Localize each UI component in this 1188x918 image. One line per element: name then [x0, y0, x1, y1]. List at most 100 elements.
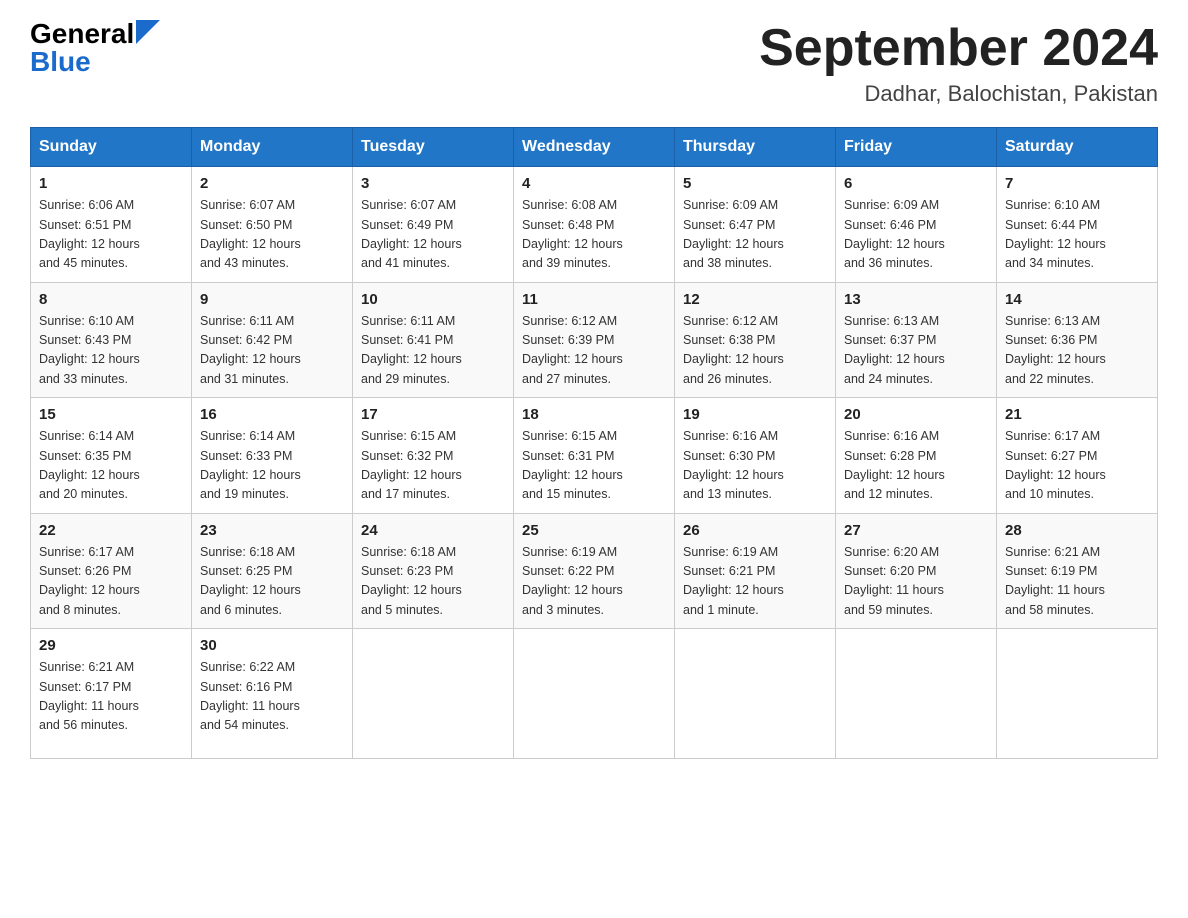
- day-number: 28: [1005, 522, 1149, 539]
- day-info: Sunrise: 6:21 AMSunset: 6:17 PMDaylight:…: [39, 658, 183, 736]
- calendar-cell: 24 Sunrise: 6:18 AMSunset: 6:23 PMDayligh…: [353, 513, 514, 629]
- day-number: 22: [39, 522, 183, 539]
- day-info: Sunrise: 6:08 AMSunset: 6:48 PMDaylight:…: [522, 196, 666, 274]
- day-info: Sunrise: 6:15 AMSunset: 6:31 PMDaylight:…: [522, 427, 666, 505]
- day-number: 17: [361, 406, 505, 423]
- day-info: Sunrise: 6:09 AMSunset: 6:46 PMDaylight:…: [844, 196, 988, 274]
- calendar-cell: 12Sunrise: 6:12 AMSunset: 6:38 PMDayligh…: [675, 282, 836, 398]
- calendar-cell: 29Sunrise: 6:21 AMSunset: 6:17 PMDayligh…: [31, 629, 192, 759]
- logo-general-text: General: [30, 20, 160, 48]
- day-number: 15: [39, 406, 183, 423]
- day-info: Sunrise: 6:07 AMSunset: 6:49 PMDaylight:…: [361, 196, 505, 274]
- day-number: 11: [522, 291, 666, 308]
- calendar-cell: 20 Sunrise: 6:16 AMSunset: 6:28 PMDayligh…: [836, 398, 997, 514]
- calendar-cell: 21 Sunrise: 6:17 AMSunset: 6:27 PMDayligh…: [997, 398, 1158, 514]
- day-info: Sunrise: 6:10 AMSunset: 6:43 PMDaylight:…: [39, 312, 183, 390]
- day-number: 23: [200, 522, 344, 539]
- calendar-cell: 16 Sunrise: 6:14 AMSunset: 6:33 PMDayligh…: [192, 398, 353, 514]
- calendar-cell: 19Sunrise: 6:16 AMSunset: 6:30 PMDayligh…: [675, 398, 836, 514]
- day-info: Sunrise: 6:12 AMSunset: 6:39 PMDaylight:…: [522, 312, 666, 390]
- day-info: Sunrise: 6:07 AMSunset: 6:50 PMDaylight:…: [200, 196, 344, 274]
- location-title: Dadhar, Balochistan, Pakistan: [759, 81, 1158, 107]
- calendar-cell: 15Sunrise: 6:14 AMSunset: 6:35 PMDayligh…: [31, 398, 192, 514]
- day-info: Sunrise: 6:19 AMSunset: 6:22 PMDaylight:…: [522, 543, 666, 621]
- day-info: Sunrise: 6:16 AMSunset: 6:30 PMDaylight:…: [683, 427, 827, 505]
- title-block: September 2024 Dadhar, Balochistan, Paki…: [759, 20, 1158, 107]
- day-info: Sunrise: 6:13 AMSunset: 6:37 PMDaylight:…: [844, 312, 988, 390]
- day-info: Sunrise: 6:11 AMSunset: 6:41 PMDaylight:…: [361, 312, 505, 390]
- calendar-week-row: 22 Sunrise: 6:17 AMSunset: 6:26 PMDayligh…: [31, 513, 1158, 629]
- day-number: 18: [522, 406, 666, 423]
- day-info: Sunrise: 6:09 AMSunset: 6:47 PMDaylight:…: [683, 196, 827, 274]
- logo-triangle-icon: [136, 20, 160, 44]
- calendar-header-row: SundayMondayTuesdayWednesdayThursdayFrid…: [31, 128, 1158, 167]
- day-info: Sunrise: 6:14 AMSunset: 6:33 PMDaylight:…: [200, 427, 344, 505]
- day-number: 8: [39, 291, 183, 308]
- day-number: 5: [683, 175, 827, 192]
- day-info: Sunrise: 6:18 AMSunset: 6:25 PMDaylight:…: [200, 543, 344, 621]
- day-number: 20: [844, 406, 988, 423]
- calendar-cell: 10Sunrise: 6:11 AMSunset: 6:41 PMDayligh…: [353, 282, 514, 398]
- logo: General Blue: [30, 20, 160, 76]
- day-number: 25: [522, 522, 666, 539]
- calendar-cell: 28 Sunrise: 6:21 AMSunset: 6:19 PMDayligh…: [997, 513, 1158, 629]
- day-info: Sunrise: 6:17 AMSunset: 6:26 PMDaylight:…: [39, 543, 183, 621]
- day-info: Sunrise: 6:21 AMSunset: 6:19 PMDaylight:…: [1005, 543, 1149, 621]
- header-thursday: Thursday: [675, 128, 836, 167]
- calendar-cell: 6 Sunrise: 6:09 AMSunset: 6:46 PMDaylight…: [836, 167, 997, 283]
- calendar-week-row: 29Sunrise: 6:21 AMSunset: 6:17 PMDayligh…: [31, 629, 1158, 759]
- calendar-cell: 18 Sunrise: 6:15 AMSunset: 6:31 PMDayligh…: [514, 398, 675, 514]
- calendar-table: SundayMondayTuesdayWednesdayThursdayFrid…: [30, 127, 1158, 759]
- calendar-cell: [997, 629, 1158, 759]
- day-number: 21: [1005, 406, 1149, 423]
- day-number: 16: [200, 406, 344, 423]
- day-number: 6: [844, 175, 988, 192]
- calendar-cell: 23 Sunrise: 6:18 AMSunset: 6:25 PMDayligh…: [192, 513, 353, 629]
- calendar-cell: [836, 629, 997, 759]
- calendar-cell: [514, 629, 675, 759]
- calendar-cell: 30Sunrise: 6:22 AMSunset: 6:16 PMDayligh…: [192, 629, 353, 759]
- calendar-cell: 25 Sunrise: 6:19 AMSunset: 6:22 PMDayligh…: [514, 513, 675, 629]
- calendar-cell: 9 Sunrise: 6:11 AMSunset: 6:42 PMDaylight…: [192, 282, 353, 398]
- calendar-cell: 4 Sunrise: 6:08 AMSunset: 6:48 PMDaylight…: [514, 167, 675, 283]
- day-info: Sunrise: 6:22 AMSunset: 6:16 PMDaylight:…: [200, 658, 344, 736]
- calendar-week-row: 8 Sunrise: 6:10 AMSunset: 6:43 PMDaylight…: [31, 282, 1158, 398]
- header-tuesday: Tuesday: [353, 128, 514, 167]
- day-info: Sunrise: 6:20 AMSunset: 6:20 PMDaylight:…: [844, 543, 988, 621]
- day-info: Sunrise: 6:16 AMSunset: 6:28 PMDaylight:…: [844, 427, 988, 505]
- day-info: Sunrise: 6:18 AMSunset: 6:23 PMDaylight:…: [361, 543, 505, 621]
- day-number: 1: [39, 175, 183, 192]
- calendar-cell: 11 Sunrise: 6:12 AMSunset: 6:39 PMDayligh…: [514, 282, 675, 398]
- month-title: September 2024: [759, 20, 1158, 77]
- logo-blue-row: Blue: [30, 48, 160, 76]
- calendar-week-row: 1 Sunrise: 6:06 AMSunset: 6:51 PMDaylight…: [31, 167, 1158, 283]
- header-wednesday: Wednesday: [514, 128, 675, 167]
- day-info: Sunrise: 6:11 AMSunset: 6:42 PMDaylight:…: [200, 312, 344, 390]
- day-info: Sunrise: 6:06 AMSunset: 6:51 PMDaylight:…: [39, 196, 183, 274]
- calendar-cell: [353, 629, 514, 759]
- page-header: General Blue September 2024 Dadhar, Balo…: [30, 20, 1158, 107]
- day-info: Sunrise: 6:19 AMSunset: 6:21 PMDaylight:…: [683, 543, 827, 621]
- day-number: 13: [844, 291, 988, 308]
- calendar-cell: 3 Sunrise: 6:07 AMSunset: 6:49 PMDaylight…: [353, 167, 514, 283]
- day-number: 3: [361, 175, 505, 192]
- header-saturday: Saturday: [997, 128, 1158, 167]
- day-number: 7: [1005, 175, 1149, 192]
- calendar-cell: 1 Sunrise: 6:06 AMSunset: 6:51 PMDaylight…: [31, 167, 192, 283]
- calendar-cell: 5 Sunrise: 6:09 AMSunset: 6:47 PMDaylight…: [675, 167, 836, 283]
- calendar-cell: 13 Sunrise: 6:13 AMSunset: 6:37 PMDayligh…: [836, 282, 997, 398]
- day-number: 4: [522, 175, 666, 192]
- header-monday: Monday: [192, 128, 353, 167]
- day-info: Sunrise: 6:10 AMSunset: 6:44 PMDaylight:…: [1005, 196, 1149, 274]
- calendar-cell: 17 Sunrise: 6:15 AMSunset: 6:32 PMDayligh…: [353, 398, 514, 514]
- header-friday: Friday: [836, 128, 997, 167]
- day-info: Sunrise: 6:15 AMSunset: 6:32 PMDaylight:…: [361, 427, 505, 505]
- day-number: 26: [683, 522, 827, 539]
- day-number: 14: [1005, 291, 1149, 308]
- day-number: 24: [361, 522, 505, 539]
- day-number: 9: [200, 291, 344, 308]
- day-info: Sunrise: 6:17 AMSunset: 6:27 PMDaylight:…: [1005, 427, 1149, 505]
- calendar-cell: 26 Sunrise: 6:19 AMSunset: 6:21 PMDayligh…: [675, 513, 836, 629]
- logo-blue-text: Blue: [30, 48, 91, 76]
- calendar-cell: 14Sunrise: 6:13 AMSunset: 6:36 PMDayligh…: [997, 282, 1158, 398]
